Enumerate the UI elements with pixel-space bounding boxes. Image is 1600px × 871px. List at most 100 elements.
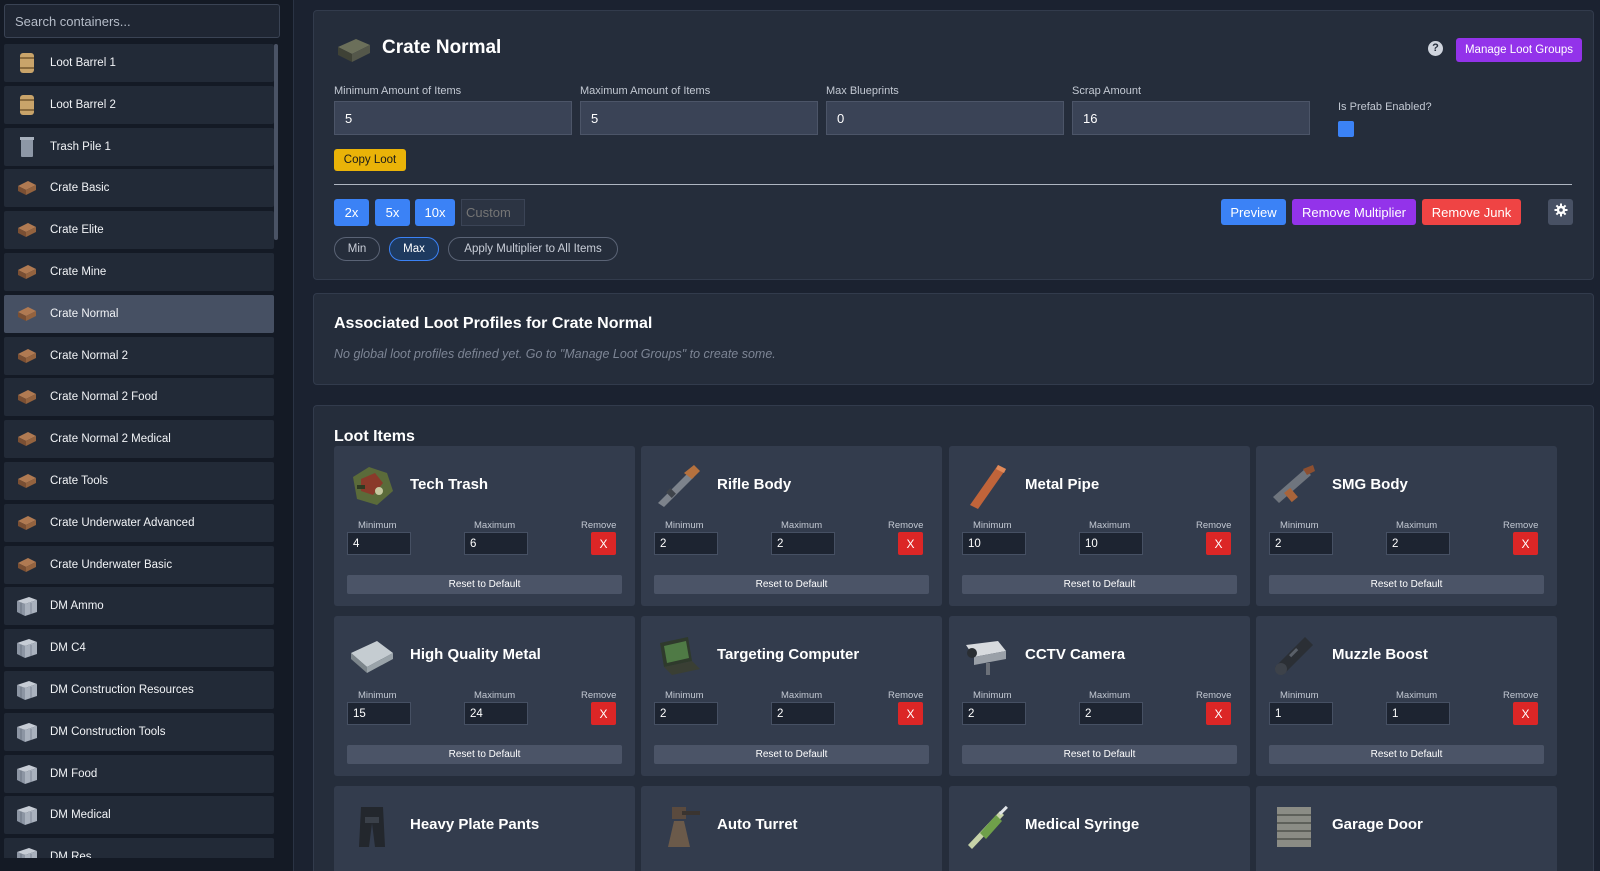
maximum-input[interactable] [1386, 532, 1450, 555]
minimum-input[interactable] [1269, 532, 1333, 555]
sidebar-item[interactable]: DM Food [4, 754, 274, 793]
metal-crate-icon [14, 804, 40, 826]
crate-icon [336, 37, 372, 68]
reset-to-default-button[interactable]: Reset to Default [347, 575, 622, 594]
settings-button[interactable] [1548, 199, 1573, 225]
sidebar-item[interactable]: Loot Barrel 1 [4, 44, 274, 82]
sidebar-scrollbar[interactable] [274, 44, 278, 240]
max-toggle[interactable]: Max [389, 237, 439, 261]
remove-item-button[interactable]: X [591, 532, 616, 555]
remove-item-button[interactable]: X [898, 532, 923, 555]
reset-to-default-button[interactable]: Reset to Default [1269, 745, 1544, 764]
manage-loot-groups-button[interactable]: Manage Loot Groups [1456, 38, 1582, 62]
minimum-label: Minimum [973, 520, 1012, 531]
scrap-amount-input[interactable] [1072, 101, 1310, 135]
sidebar-item[interactable]: DM Construction Tools [4, 712, 274, 751]
multiplier-2x-button[interactable]: 2x [334, 199, 369, 226]
reset-to-default-button[interactable]: Reset to Default [654, 745, 929, 764]
metal-crate-icon [14, 763, 40, 785]
metal-crate-icon [14, 637, 40, 659]
remove-junk-button[interactable]: Remove Junk [1422, 199, 1521, 225]
remove-item-button[interactable]: X [591, 702, 616, 725]
sidebar-item[interactable]: Crate Mine [4, 252, 274, 291]
minimum-label: Minimum [358, 520, 397, 531]
min-items-input[interactable] [334, 101, 572, 135]
sidebar-item[interactable]: Crate Normal 2 [4, 336, 274, 375]
sidebar-item[interactable]: Crate Underwater Basic [4, 545, 274, 584]
sidebar-item[interactable]: Crate Tools [4, 461, 274, 500]
custom-multiplier-input[interactable] [461, 199, 525, 226]
minimum-input[interactable] [962, 702, 1026, 725]
sidebar-item[interactable]: DM Ammo [4, 587, 274, 626]
maximum-input[interactable] [771, 702, 835, 725]
remove-label: Remove [581, 690, 617, 701]
maximum-input[interactable] [464, 532, 528, 555]
maximum-input[interactable] [1386, 702, 1450, 725]
metal-pipe-icon [959, 458, 1015, 514]
sidebar-item[interactable]: Crate Basic [4, 169, 274, 208]
maximum-input[interactable] [1079, 702, 1143, 725]
reset-to-default-button[interactable]: Reset to Default [962, 575, 1237, 594]
crate-icon [14, 177, 40, 199]
maximum-input[interactable] [464, 702, 528, 725]
maximum-label: Maximum [781, 690, 823, 701]
sidebar-item-label: Crate Underwater Advanced [50, 516, 195, 529]
loot-item-name: Auto Turret [717, 816, 798, 833]
loot-item-card: High Quality Metal Minimum Maximum RemoveX R… [334, 616, 635, 776]
minimum-input[interactable] [347, 702, 411, 725]
loot-item-name: Metal Pipe [1025, 476, 1100, 493]
reset-to-default-button[interactable]: Reset to Default [654, 575, 929, 594]
loot-item-name: SMG Body [1332, 476, 1408, 493]
minimum-input[interactable] [1269, 702, 1333, 725]
maximum-input[interactable] [771, 532, 835, 555]
max-items-input[interactable] [580, 101, 818, 135]
loot-item-card: CCTV Camera Minimum Maximum RemoveX Reset to… [949, 616, 1250, 776]
search-input[interactable] [4, 4, 280, 38]
minimum-input[interactable] [347, 532, 411, 555]
remove-item-button[interactable]: X [1513, 532, 1538, 555]
sidebar-item[interactable]: Crate Elite [4, 211, 274, 250]
sidebar-item[interactable]: Crate Normal 2 Food [4, 378, 274, 417]
multiplier-10x-button[interactable]: 10x [415, 199, 455, 226]
sidebar-item[interactable]: Loot Barrel 2 [4, 85, 274, 124]
minimum-input[interactable] [654, 532, 718, 555]
remove-multiplier-button[interactable]: Remove Multiplier [1292, 199, 1416, 225]
multiplier-5x-button[interactable]: 5x [375, 199, 410, 226]
prefab-enabled-label: Is Prefab Enabled? [1338, 101, 1432, 113]
remove-label: Remove [1503, 520, 1539, 531]
apply-multiplier-all-button[interactable]: Apply Multiplier to All Items [448, 237, 618, 261]
minimum-input[interactable] [962, 532, 1026, 555]
loot-item-name: Garage Door [1332, 816, 1423, 833]
remove-item-button[interactable]: X [898, 702, 923, 725]
sidebar-item-label: DM Food [50, 767, 98, 780]
remove-item-button[interactable]: X [1513, 702, 1538, 725]
reset-to-default-button[interactable]: Reset to Default [1269, 575, 1544, 594]
sidebar-item[interactable]: Crate Underwater Advanced [4, 503, 274, 542]
sidebar-item-label: DM Medical [50, 809, 111, 822]
min-toggle[interactable]: Min [334, 237, 380, 261]
sidebar-item-label: Loot Barrel 1 [50, 57, 116, 69]
sidebar-item-label: Loot Barrel 2 [50, 98, 116, 111]
reset-to-default-button[interactable]: Reset to Default [962, 745, 1237, 764]
remove-item-button[interactable]: X [1206, 702, 1231, 725]
max-blueprints-input[interactable] [826, 101, 1064, 135]
loot-item-card: Auto Turret [641, 786, 942, 871]
minimum-label: Minimum [1280, 520, 1319, 531]
crate-icon [14, 428, 40, 450]
reset-to-default-button[interactable]: Reset to Default [347, 745, 622, 764]
sidebar-item[interactable]: Trash Pile 1 [4, 127, 274, 166]
sidebar-item[interactable]: Crate Normal [4, 294, 274, 333]
remove-item-button[interactable]: X [1206, 532, 1231, 555]
sidebar-item[interactable]: DM Res [4, 838, 274, 858]
sidebar-item[interactable]: Crate Normal 2 Medical [4, 420, 274, 459]
preview-button[interactable]: Preview [1221, 199, 1286, 225]
prefab-enabled-checkbox[interactable] [1338, 121, 1354, 137]
help-icon[interactable]: ? [1428, 41, 1443, 56]
copy-loot-button[interactable]: Copy Loot [334, 149, 406, 171]
sidebar-item[interactable]: DM C4 [4, 629, 274, 668]
sidebar-item[interactable]: DM Medical [4, 796, 274, 835]
sidebar-item[interactable]: DM Construction Resources [4, 670, 274, 709]
minimum-input[interactable] [654, 702, 718, 725]
maximum-input[interactable] [1079, 532, 1143, 555]
loot-item-name: Heavy Plate Pants [410, 816, 540, 833]
